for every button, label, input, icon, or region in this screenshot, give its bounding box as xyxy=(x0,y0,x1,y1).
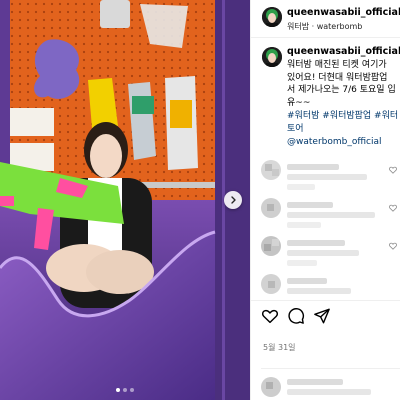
post-header: queenwasabii_official 워터밤 · waterbomb xyxy=(251,0,400,38)
caption-username[interactable]: queenwasabii_official xyxy=(287,46,400,57)
heart-icon[interactable] xyxy=(389,242,397,250)
comment-item xyxy=(261,160,400,194)
carousel-dot-active xyxy=(116,388,120,392)
caption-avatar[interactable] xyxy=(262,47,282,67)
carousel-dot xyxy=(123,388,127,392)
post-date[interactable]: 5월 31일 xyxy=(263,342,296,353)
profile-photo xyxy=(262,7,282,27)
post-side-panel: queenwasabii_official 워터밤 · waterbomb qu… xyxy=(250,0,400,400)
carousel-dots xyxy=(0,388,250,392)
mention-link[interactable]: @waterbomb_official xyxy=(287,136,400,149)
post-action-bar xyxy=(251,300,400,328)
comment-icon[interactable] xyxy=(287,307,305,325)
comment-item xyxy=(261,274,400,296)
post-photo xyxy=(0,0,250,400)
avatar[interactable] xyxy=(262,7,282,27)
post-location[interactable]: 워터밤 · waterbomb xyxy=(287,21,362,32)
avatar[interactable] xyxy=(261,377,281,397)
caption-line: 워터밤 매진된 티켓 여기가 xyxy=(287,59,387,70)
hashtag-line[interactable]: #워터밤 #워터밤팝업 #워터 xyxy=(287,110,400,123)
avatar[interactable] xyxy=(261,198,281,218)
username[interactable]: queenwasabii_official xyxy=(287,7,400,18)
heart-icon[interactable] xyxy=(389,166,397,174)
comment-item xyxy=(261,368,400,400)
avatar[interactable] xyxy=(261,160,281,180)
heart-icon[interactable] xyxy=(389,204,397,212)
avatar[interactable] xyxy=(261,274,281,294)
chevron-right-icon xyxy=(231,196,236,204)
share-icon[interactable] xyxy=(313,307,331,325)
comment-item xyxy=(261,236,400,270)
carousel-next-button[interactable] xyxy=(224,191,242,209)
photo-scene xyxy=(0,0,250,400)
avatar[interactable] xyxy=(261,236,281,256)
caption-line: 있어요! 더현대 워터밤팝업 xyxy=(287,72,388,83)
post-author[interactable]: queenwasabii_official xyxy=(287,7,400,18)
heart-icon[interactable] xyxy=(261,307,279,325)
comment-item xyxy=(261,198,400,232)
caption-line: 유~~ xyxy=(287,98,311,109)
carousel-dot xyxy=(130,388,134,392)
caption-line: 서 제가나오는 7/6 토요일 입 xyxy=(287,85,396,96)
profile-photo xyxy=(262,47,282,67)
post-caption: queenwasabii_official6 워터밤 매진된 티켓 여기가 있어… xyxy=(287,46,400,148)
hashtag-line[interactable]: 토어 xyxy=(287,123,400,136)
